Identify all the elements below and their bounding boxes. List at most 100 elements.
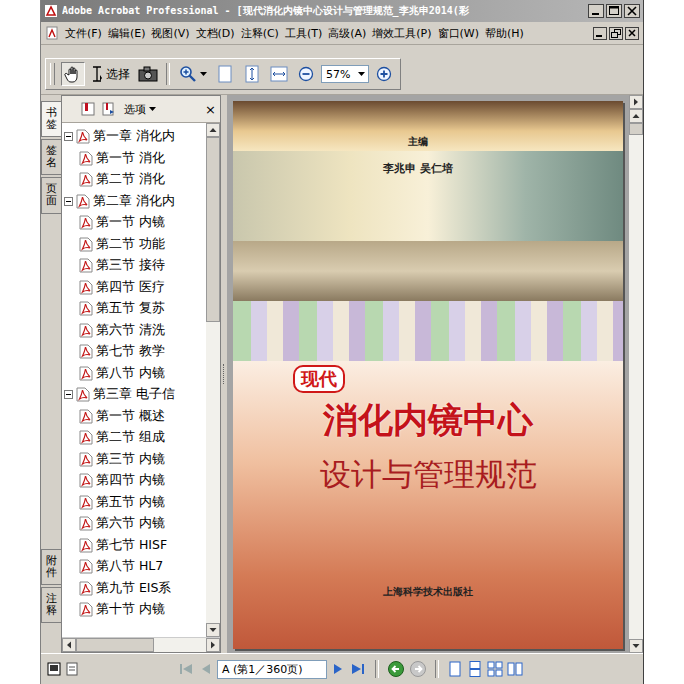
bookmark-item[interactable]: 第二节 组成 [62, 427, 206, 449]
bookmark-item[interactable]: 第一节 概述 [62, 406, 206, 428]
continuous-icon[interactable] [467, 661, 483, 677]
fit-width-button[interactable] [267, 62, 291, 86]
continuous-facing-icon[interactable] [507, 661, 523, 677]
minimize-icon[interactable] [593, 27, 607, 40]
scroll-thumb[interactable] [206, 137, 220, 322]
actual-size-button[interactable] [213, 62, 237, 86]
bookmark-item[interactable]: 第三节 接待 [62, 255, 206, 277]
bookmark-item[interactable]: 第一节 内镜 [62, 212, 206, 234]
page-number-field[interactable]: A (第1／360页) [217, 660, 327, 679]
bookmark-item[interactable]: 第一节 消化 [62, 148, 206, 170]
next-page-icon[interactable] [331, 661, 345, 677]
next-view-icon[interactable] [409, 660, 427, 678]
bookmark-item[interactable]: 第七节 教学 [62, 341, 206, 363]
menu-item[interactable]: 工具(T) [285, 26, 322, 41]
expander[interactable] [64, 390, 73, 399]
menu-item[interactable]: 文档(D) [196, 26, 235, 41]
zoom-tool[interactable] [176, 62, 210, 86]
tab-label: 附件 [46, 555, 57, 579]
previous-view-icon[interactable] [387, 660, 405, 678]
scroll-down-icon[interactable] [206, 623, 220, 637]
options-menu[interactable]: 选项 [124, 102, 156, 117]
bookmark-item[interactable]: 第五节 内镜 [62, 492, 206, 514]
pdf-bookmark-icon [79, 452, 93, 467]
bookmark-item[interactable]: 第六节 内镜 [62, 513, 206, 535]
tree-scrollbar[interactable] [206, 123, 220, 637]
menu-item[interactable]: 帮助(H) [485, 26, 524, 41]
select-tool[interactable]: 选择 [88, 62, 133, 86]
single-page-icon[interactable] [447, 661, 463, 677]
bookmark-item[interactable]: 第三节 内镜 [62, 449, 206, 471]
navigation-tab[interactable]: 页面 [41, 177, 61, 213]
snapshot-tool[interactable] [136, 62, 160, 86]
bookmark-book-icon[interactable] [80, 101, 96, 117]
bookmark-label: 第二节 组成 [96, 429, 165, 446]
bookmark-item[interactable]: 第八节 内镜 [62, 363, 206, 385]
bookmark-item[interactable]: 第二节 功能 [62, 234, 206, 256]
scroll-thumb[interactable] [629, 123, 643, 135]
zoom-out-button[interactable] [294, 62, 318, 86]
fit-page-button[interactable] [240, 62, 264, 86]
bookmark-item[interactable]: 第十节 内镜 [62, 599, 206, 621]
tree-horizontal-scrollbar[interactable] [62, 637, 220, 652]
bookmark-item[interactable]: 第五节 复苏 [62, 298, 206, 320]
panel-expand-icon[interactable] [629, 95, 643, 109]
tab-label: 书签 [46, 107, 57, 131]
menu-item[interactable]: 窗口(W) [438, 26, 479, 41]
document-scrollbar[interactable] [629, 95, 643, 653]
screen: Adobe Acrobat Professional - [现代消化内镜中心设计… [0, 0, 684, 684]
minimize-icon[interactable] [588, 4, 604, 18]
pdf-bookmark-icon [79, 538, 93, 553]
previous-page-icon[interactable] [199, 661, 213, 677]
menu-item[interactable]: 文件(F) [65, 26, 102, 41]
bookmark-item[interactable]: 第一章 消化内 [62, 126, 206, 148]
facing-icon[interactable] [487, 661, 503, 677]
close-icon[interactable] [624, 4, 640, 18]
scroll-up-icon[interactable] [629, 109, 643, 123]
navigation-tab[interactable]: 书签 [41, 101, 61, 137]
acrobat-window: Adobe Acrobat Professional - [现代消化内镜中心设计… [40, 0, 644, 684]
hand-tool[interactable] [61, 62, 85, 86]
panel-close-button[interactable]: × [205, 102, 216, 117]
expander[interactable] [64, 132, 73, 141]
last-page-icon[interactable] [349, 661, 367, 677]
scroll-left-icon[interactable] [62, 638, 76, 652]
bookmarks-panel: 选项 ×第一章 消化内第一节 消化第二节 消化第二章 消化内第一节 内镜第二节 … [61, 95, 221, 653]
zoom-field[interactable]: 57% [321, 65, 369, 83]
bookmark-item[interactable]: 第七节 HISF [62, 535, 206, 557]
bookmark-item[interactable]: 第九节 EIS系 [62, 578, 206, 600]
menu-item[interactable]: 高级(A) [328, 26, 366, 41]
bookmark-item[interactable]: 第二章 消化内 [62, 191, 206, 213]
new-bookmark-icon[interactable] [100, 101, 116, 117]
status-page-icon[interactable] [65, 662, 79, 676]
scroll-right-icon[interactable] [206, 638, 220, 652]
tab-label: 注释 [46, 593, 57, 617]
bookmark-item[interactable]: 第八节 HL7 [62, 556, 206, 578]
minus-circle-icon [298, 66, 314, 82]
zoom-in-button[interactable] [372, 62, 396, 86]
bookmark-item[interactable]: 第四节 医疗 [62, 277, 206, 299]
scroll-thumb[interactable] [76, 638, 154, 652]
toolbar-grip[interactable] [50, 63, 55, 85]
restore-icon[interactable] [609, 27, 623, 40]
scroll-up-icon[interactable] [206, 123, 220, 137]
navigation-tab[interactable]: 注释 [41, 587, 61, 623]
menu-item[interactable]: 注释(C) [241, 26, 279, 41]
scroll-down-icon[interactable] [629, 639, 643, 653]
menu-item[interactable]: 编辑(E) [108, 26, 146, 41]
bookmark-item[interactable]: 第四节 内镜 [62, 470, 206, 492]
navigation-tab[interactable]: 附件 [41, 549, 61, 585]
close-icon[interactable] [625, 27, 639, 40]
menu-item[interactable]: 视图(V) [151, 26, 189, 41]
pdf-bookmark-icon [79, 258, 93, 273]
maximize-icon[interactable] [606, 4, 622, 18]
expander[interactable] [64, 197, 73, 206]
bookmark-item[interactable]: 第二节 消化 [62, 169, 206, 191]
bookmark-item[interactable]: 第六节 清洗 [62, 320, 206, 342]
first-page-icon[interactable] [177, 661, 195, 677]
navigation-tab[interactable]: 签名 [41, 139, 61, 175]
navigation-tabs: 书签签名页面附件注释 [41, 95, 61, 653]
menu-item[interactable]: 增效工具(P) [372, 26, 431, 41]
page-size-icon[interactable] [47, 662, 61, 676]
bookmark-item[interactable]: 第三章 电子信 [62, 384, 206, 406]
